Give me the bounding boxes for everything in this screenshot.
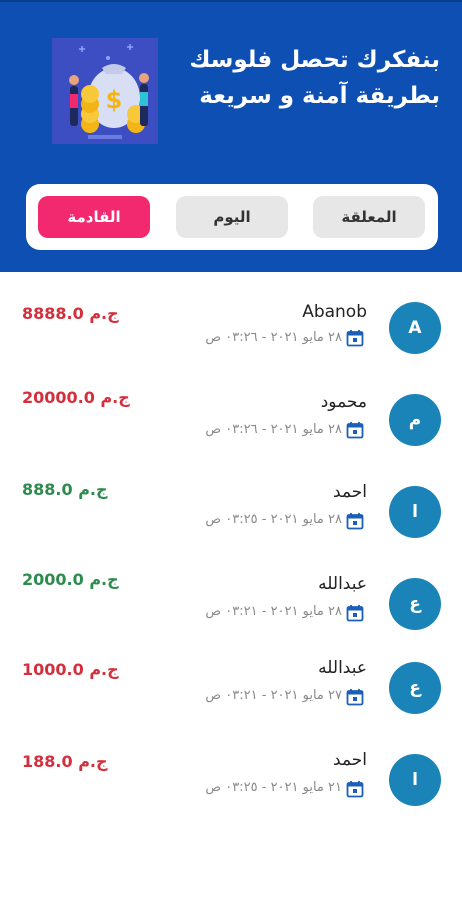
avatar: A [389, 302, 441, 354]
status-bar-strip [0, 0, 462, 2]
amount-value: 188.0 [22, 752, 73, 771]
contact-name: عبدالله [318, 574, 367, 594]
calendar-icon [346, 781, 364, 798]
transaction-row[interactable]: ا احمد ٢٨ مايو ٢٠٢١ - ٠٣:٢٥ ص 888.0 ج.م [0, 468, 462, 560]
currency-label: ج.م [100, 388, 130, 407]
transaction-date: ٢٨ مايو ٢٠٢١ - ٠٣:٢٦ ص [205, 330, 342, 345]
tab-upcoming[interactable]: القادمة [38, 196, 150, 238]
contact-name: Abanob [302, 302, 367, 322]
amount-value: 888.0 [22, 480, 73, 499]
money-illustration-icon: $ [52, 38, 158, 144]
calendar-icon [346, 689, 364, 706]
transaction-amount: 20000.0 ج.م [22, 388, 130, 407]
currency-label: ج.م [89, 570, 119, 589]
hero-title: بنفكرك تحصل فلوسك بطريقة آمنة و سريعة [180, 42, 440, 114]
transaction-row[interactable]: ع عبدالله ٢٨ مايو ٢٠٢١ - ٠٣:٢١ ص 2000.0 … [0, 560, 462, 652]
contact-name: عبدالله [318, 658, 367, 678]
amount-value: 8888.0 [22, 304, 84, 323]
transaction-date: ٢١ مايو ٢٠٢١ - ٠٣:٢٥ ص [205, 780, 342, 795]
transaction-row[interactable]: ع عبدالله ٢٧ مايو ٢٠٢١ - ٠٣:٢١ ص 1000.0 … [0, 652, 462, 744]
app-header: $ بنفكرك تحصل فلوسك بطريقة آمنة و سريعة … [0, 0, 462, 272]
currency-label: ج.م [78, 480, 108, 499]
avatar: ع [389, 662, 441, 714]
calendar-icon [346, 330, 364, 347]
contact-name: محمود [320, 392, 367, 412]
amount-value: 2000.0 [22, 570, 84, 589]
avatar: م [389, 394, 441, 446]
currency-label: ج.م [78, 752, 108, 771]
currency-label: ج.م [89, 660, 119, 679]
calendar-icon [346, 605, 364, 622]
transaction-date: ٢٨ مايو ٢٠٢١ - ٠٣:٢٦ ص [205, 422, 342, 437]
transaction-amount: 1000.0 ج.م [22, 660, 119, 679]
tab-pending[interactable]: المعلقة [313, 196, 425, 238]
calendar-icon [346, 513, 364, 530]
transaction-date: ٢٧ مايو ٢٠٢١ - ٠٣:٢١ ص [205, 688, 342, 703]
filter-tabs: المعلقة اليوم القادمة [26, 184, 438, 250]
transaction-date: ٢٨ مايو ٢٠٢١ - ٠٣:٢٥ ص [205, 512, 342, 527]
contact-name: احمد [333, 482, 367, 502]
transaction-row[interactable]: م محمود ٢٨ مايو ٢٠٢١ - ٠٣:٢٦ ص 20000.0 ج… [0, 376, 462, 468]
transaction-row[interactable]: A Abanob ٢٨ مايو ٢٠٢١ - ٠٣:٢٦ ص 8888.0 ج… [0, 284, 462, 376]
tab-today[interactable]: اليوم [176, 196, 288, 238]
hero-title-line-1: بنفكرك تحصل فلوسك [189, 47, 440, 73]
amount-value: 1000.0 [22, 660, 84, 679]
transaction-amount: 188.0 ج.م [22, 752, 108, 771]
contact-name: احمد [333, 750, 367, 770]
avatar: ع [389, 578, 441, 630]
amount-value: 20000.0 [22, 388, 95, 407]
transaction-amount: 8888.0 ج.م [22, 304, 119, 323]
avatar: ا [389, 754, 441, 806]
svg-text:$: $ [106, 86, 123, 114]
transaction-date: ٢٨ مايو ٢٠٢١ - ٠٣:٢١ ص [205, 604, 342, 619]
transaction-amount: 2000.0 ج.م [22, 570, 119, 589]
avatar: ا [389, 486, 441, 538]
money-bag-illustration: $ [52, 38, 158, 144]
transaction-row[interactable]: ا احمد ٢١ مايو ٢٠٢١ - ٠٣:٢٥ ص 188.0 ج.م [0, 744, 462, 836]
hero-title-line-2: بطريقة آمنة و سريعة [199, 83, 440, 109]
calendar-icon [346, 422, 364, 439]
currency-label: ج.م [89, 304, 119, 323]
transaction-amount: 888.0 ج.م [22, 480, 108, 499]
